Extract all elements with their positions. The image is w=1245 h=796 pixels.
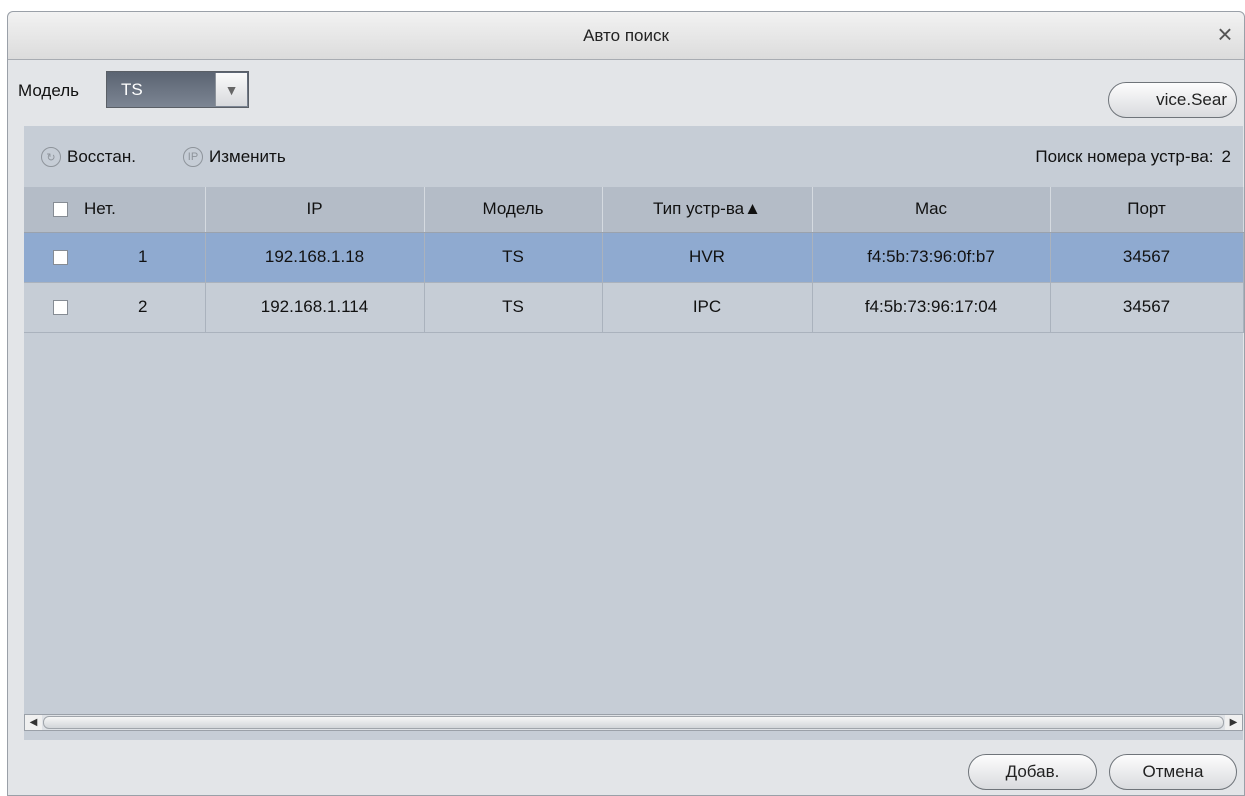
table-cell-port: 34567 (1050, 232, 1244, 283)
table-row[interactable]: 2 192.168.1.114 TS IPC f4:5b:73:96:17:04… (24, 282, 1244, 333)
device-count-value: 2 (1221, 147, 1231, 166)
cancel-button[interactable]: Отмена (1109, 754, 1237, 790)
scroll-right-icon[interactable]: ▶ (1225, 715, 1242, 730)
chevron-down-icon[interactable]: ▼ (215, 73, 247, 106)
device-toolbar: ↻ Восстан. IP Изменить Поиск номера устр… (24, 126, 1243, 186)
column-num-label: Нет. (84, 199, 116, 219)
model-select-value: TS (121, 79, 143, 99)
model-label: Модель (18, 81, 80, 100)
cancel-button-label: Отмена (1142, 762, 1204, 781)
device-table: Нет. IP Модель Тип устр-ва▲ Mac Порт 1 1… (24, 187, 1244, 333)
table-cell-num: 1 (24, 232, 206, 283)
table-cell-ip: 192.168.1.114 (205, 282, 425, 333)
table-cell-ip: 192.168.1.18 (205, 232, 425, 283)
table-row[interactable]: 1 192.168.1.18 TS HVR f4:5b:73:96:0f:b7 … (24, 232, 1244, 283)
table-cell-num: 2 (24, 282, 206, 333)
table-cell-mac: f4:5b:73:96:17:04 (812, 282, 1051, 333)
close-icon[interactable]: × (1212, 21, 1238, 47)
device-count: Поиск номера устр-ва: 2 (1035, 147, 1231, 167)
horizontal-scrollbar[interactable]: ◀ ▶ (24, 714, 1243, 731)
column-header-port[interactable]: Порт (1050, 187, 1244, 233)
table-header-row: Нет. IP Модель Тип устр-ва▲ Mac Порт (24, 187, 1244, 233)
table-cell-model: TS (424, 282, 603, 333)
table-cell-type: IPC (602, 282, 813, 333)
table-cell-model: TS (424, 232, 603, 283)
device-search-button[interactable]: vice.Sear (1108, 82, 1237, 118)
dialog-title: Авто поиск (583, 26, 669, 45)
title-bar: Авто поиск × (8, 12, 1244, 60)
row-checkbox[interactable] (53, 249, 68, 265)
modify-ip-button[interactable]: IP Изменить (183, 147, 286, 167)
ip-icon: IP (183, 147, 203, 167)
row-checkbox[interactable] (53, 299, 68, 315)
column-header-ip[interactable]: IP (205, 187, 425, 233)
table-cell-type: HVR (602, 232, 813, 283)
table-cell-port: 34567 (1050, 282, 1244, 333)
row-num: 1 (138, 247, 148, 266)
device-list-panel: ↻ Восстан. IP Изменить Поиск номера устр… (24, 126, 1244, 740)
device-count-label: Поиск номера устр-ва: (1035, 147, 1214, 166)
scroll-left-icon[interactable]: ◀ (25, 715, 42, 730)
refresh-icon: ↻ (41, 147, 61, 167)
model-select[interactable]: TS ▼ (106, 71, 249, 108)
restore-button[interactable]: ↻ Восстан. (41, 147, 136, 167)
column-header-mac[interactable]: Mac (812, 187, 1051, 233)
scrollbar-thumb[interactable] (43, 716, 1224, 729)
add-button[interactable]: Добав. (968, 754, 1097, 790)
restore-label: Восстан. (67, 147, 136, 166)
select-all-checkbox[interactable] (53, 201, 68, 217)
column-header-type[interactable]: Тип устр-ва▲ (602, 187, 813, 233)
table-cell-mac: f4:5b:73:96:0f:b7 (812, 232, 1051, 283)
add-button-label: Добав. (1005, 762, 1060, 781)
modify-ip-label: Изменить (209, 147, 286, 166)
column-header-model[interactable]: Модель (424, 187, 603, 233)
column-header-num[interactable]: Нет. (24, 187, 206, 233)
device-search-button-label: vice.Sear (1156, 90, 1227, 109)
row-num: 2 (138, 297, 148, 316)
